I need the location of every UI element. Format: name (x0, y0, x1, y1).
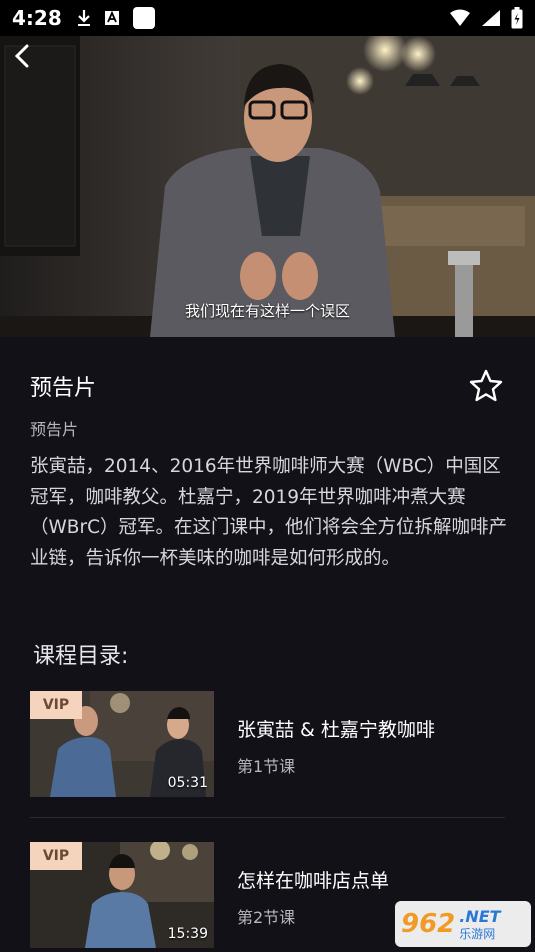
status-time: 4:28 (12, 6, 62, 30)
video-player[interactable]: 我们现在有这样一个误区 (0, 36, 535, 337)
lesson-duration: 05:31 (167, 775, 208, 791)
text-a-icon (104, 9, 120, 27)
lesson-thumbnail: VIP 15:39 (30, 842, 214, 948)
back-button[interactable] (8, 42, 36, 70)
download-icon (76, 9, 92, 27)
lesson-subtitle: 第1节课 (237, 757, 296, 776)
course-tag: 预告片 (30, 420, 79, 439)
lesson-duration: 15:39 (167, 926, 208, 942)
wifi-icon (449, 9, 471, 27)
signal-icon (481, 9, 501, 27)
battery-icon (511, 7, 523, 29)
catalog-heading: 课程目录: (33, 644, 129, 669)
course-info: 预告片 (30, 370, 510, 402)
favorite-button[interactable] (467, 367, 505, 405)
site-watermark: 962 .NET 乐游网 (395, 901, 531, 947)
divider (30, 817, 505, 818)
course-description: 张寅喆，2014、2016年世界咖啡师大赛（WBC）中国区冠军，咖啡教父。杜嘉宁… (30, 456, 508, 569)
app-square-icon (132, 6, 156, 30)
lesson-subtitle: 第2节课 (237, 908, 296, 927)
lesson-title: 张寅喆 & 杜嘉宁教咖啡 (237, 719, 435, 741)
chevron-left-icon (14, 44, 29, 68)
video-frame (0, 36, 535, 337)
watermark-site: 乐游网 (459, 926, 496, 941)
status-bar: 4:28 (0, 0, 535, 36)
vip-badge: VIP (30, 842, 82, 870)
course-title: 预告片 (30, 376, 97, 401)
watermark-net: .NET (459, 906, 501, 926)
lesson-item[interactable]: VIP 05:31 张寅喆 & 杜嘉宁教咖啡 第1节课 (30, 691, 505, 797)
lesson-title: 怎样在咖啡店点单 (237, 870, 390, 892)
star-icon (469, 369, 503, 402)
video-subtitle: 我们现在有这样一个误区 (184, 302, 350, 320)
vip-badge: VIP (30, 691, 82, 719)
watermark-number: 962 (401, 909, 456, 939)
lesson-thumbnail: VIP 05:31 (30, 691, 214, 797)
